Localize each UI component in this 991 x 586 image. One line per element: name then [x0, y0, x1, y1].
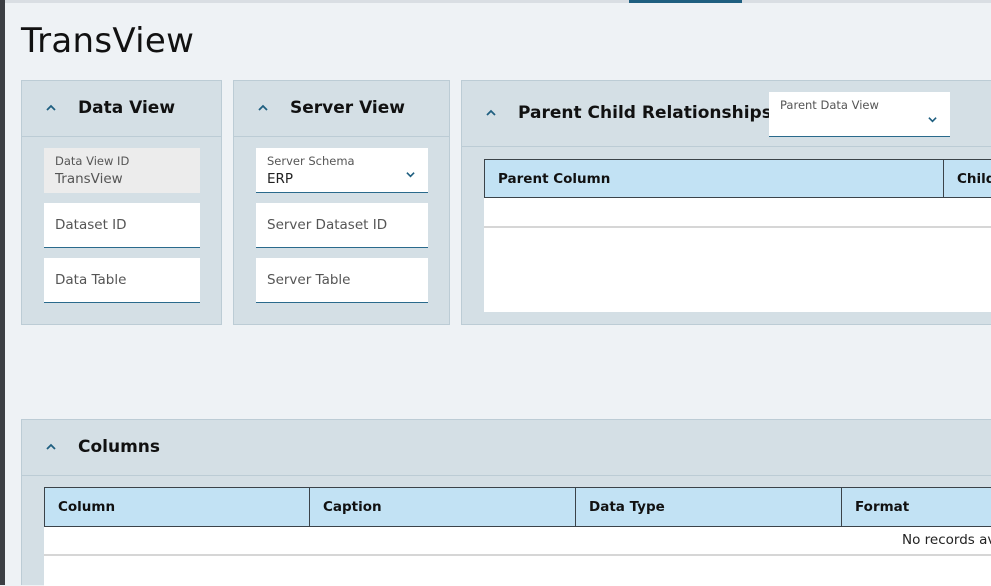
data-table-field[interactable]: Data Table — [44, 258, 200, 303]
parent-data-view-dropdown[interactable]: Parent Data View — [769, 92, 950, 137]
grid-column-label: Caption — [323, 499, 382, 515]
server-view-panel: Server View Server Schema ERP Server Dat… — [233, 80, 450, 325]
columns-panel: Columns Column Caption Data Type Format … — [21, 419, 991, 586]
dataset-id-field[interactable]: Dataset ID — [44, 203, 200, 248]
server-dataset-id-field[interactable]: Server Dataset ID — [256, 203, 428, 248]
data-view-panel-title: Data View — [78, 98, 176, 118]
grid-row-divider — [44, 554, 991, 556]
grid-column-label: Column — [58, 499, 116, 515]
data-view-id-value: TransView — [55, 171, 123, 187]
data-view-panel-header[interactable]: Data View — [22, 81, 221, 137]
chevron-up-icon[interactable] — [46, 442, 56, 452]
server-view-panel-header[interactable]: Server View — [234, 81, 449, 137]
dataset-id-placeholder: Dataset ID — [55, 217, 127, 233]
grid-column-label: Data Type — [589, 499, 665, 515]
columns-grid-body: No records av — [44, 527, 991, 586]
page-title: TransView — [21, 21, 195, 61]
server-schema-value: ERP — [267, 171, 294, 187]
grid-column-header[interactable]: Caption — [310, 488, 576, 526]
grid-column-header[interactable]: Data Type — [576, 488, 842, 526]
server-view-panel-title: Server View — [290, 98, 405, 118]
grid-column-header[interactable]: Format — [842, 488, 991, 526]
active-tab-indicator[interactable] — [629, 0, 742, 3]
grid-column-header[interactable]: Column — [45, 488, 310, 526]
data-table-placeholder: Data Table — [55, 272, 127, 288]
server-schema-dropdown[interactable]: Server Schema ERP — [256, 148, 428, 193]
grid-column-label: Format — [855, 499, 910, 515]
grid-column-label: Child — [957, 170, 991, 187]
parent-child-grid-body — [484, 198, 991, 312]
chevron-up-icon[interactable] — [46, 103, 56, 113]
grid-column-header[interactable]: Child — [944, 160, 991, 197]
grid-column-label: Parent Column — [498, 170, 611, 187]
data-view-id-label: Data View ID — [55, 154, 130, 168]
columns-grid-header: Column Caption Data Type Format — [44, 487, 991, 527]
no-records-message: No records av — [902, 532, 991, 548]
chevron-down-icon[interactable] — [928, 115, 937, 124]
parent-child-panel-title: Parent Child Relationships — [518, 103, 772, 123]
chevron-up-icon[interactable] — [486, 108, 496, 118]
chevron-down-icon[interactable] — [406, 170, 415, 179]
parent-child-panel: Parent Child Relationships Parent Data V… — [461, 80, 991, 325]
server-dataset-id-placeholder: Server Dataset ID — [267, 217, 388, 233]
window-edge — [0, 0, 5, 585]
grid-row-divider — [484, 226, 991, 228]
parent-child-grid-header: Parent Column Child — [484, 159, 991, 198]
top-tab-strip — [5, 0, 991, 3]
grid-column-header[interactable]: Parent Column — [485, 160, 944, 197]
server-table-field[interactable]: Server Table — [256, 258, 428, 303]
data-view-panel: Data View Data View ID TransView Dataset… — [21, 80, 222, 325]
server-schema-label: Server Schema — [267, 154, 355, 168]
parent-data-view-label: Parent Data View — [780, 98, 879, 112]
data-view-id-field: Data View ID TransView — [44, 148, 200, 193]
columns-panel-title: Columns — [78, 437, 161, 457]
chevron-up-icon[interactable] — [258, 103, 268, 113]
parent-child-panel-header[interactable]: Parent Child Relationships Parent Data V… — [462, 81, 991, 147]
server-table-placeholder: Server Table — [267, 272, 351, 288]
columns-panel-header[interactable]: Columns — [22, 420, 991, 476]
